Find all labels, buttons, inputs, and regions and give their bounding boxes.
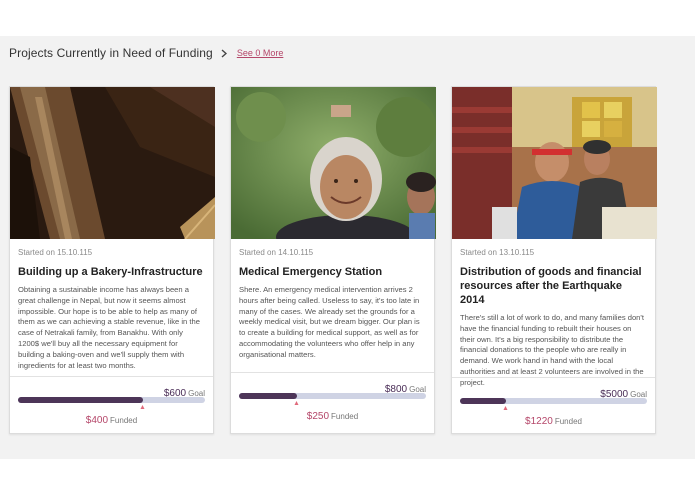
funded-row: $400 Funded xyxy=(18,410,205,428)
project-image xyxy=(452,87,657,239)
funding-panel: $800 Goal $250 Funded xyxy=(231,372,434,433)
project-image xyxy=(231,87,436,239)
progress-marker xyxy=(294,401,299,405)
funded-row: $1220 Funded xyxy=(460,411,647,429)
funding-panel: $600 Goal $400 Funded xyxy=(10,376,213,433)
goal-row: $5000 Goal xyxy=(460,384,647,400)
progress-marker xyxy=(503,406,508,410)
progress-fill xyxy=(18,397,143,403)
funded-label: Funded xyxy=(110,416,138,425)
section-title: Projects Currently in Need of Funding xyxy=(9,46,213,60)
funded-amount: $400 xyxy=(85,415,109,426)
project-description: Obtaining a sustainable income has alway… xyxy=(18,285,200,370)
project-description: Shere. An emergency medical intervention… xyxy=(239,285,420,359)
progress-bar xyxy=(18,397,205,409)
funded-label: Funded xyxy=(331,412,359,421)
goal-row: $600 Goal xyxy=(18,383,205,399)
progress-fill xyxy=(239,393,298,399)
funded-amount: $1220 xyxy=(525,416,553,427)
funding-panel: $5000 Goal $1220 Funded xyxy=(452,377,655,433)
started-date: Started on 14.10.115 xyxy=(239,248,314,257)
funded-amount: $250 xyxy=(306,411,330,422)
project-card[interactable]: Started on 14.10.115 Medical Emergency S… xyxy=(230,86,436,434)
section-header: Projects Currently in Need of Funding Se… xyxy=(9,46,283,60)
funded-label: Funded xyxy=(554,417,582,426)
started-date: Started on 15.10.115 xyxy=(18,248,93,257)
progress-bar xyxy=(460,398,647,410)
see-more-link[interactable]: See 0 More xyxy=(237,48,284,58)
project-title[interactable]: Building up a Bakery-Infrastructure xyxy=(18,265,205,279)
projects-section: Projects Currently in Need of Funding Se… xyxy=(0,36,695,459)
started-date: Started on 13.10.115 xyxy=(460,248,535,257)
progress-fill xyxy=(460,398,506,404)
project-title[interactable]: Medical Emergency Station xyxy=(239,265,426,279)
progress-marker xyxy=(140,405,145,409)
chevron-right-icon[interactable] xyxy=(219,47,229,59)
goal-row: $800 Goal xyxy=(239,379,426,395)
project-card[interactable]: Started on 13.10.115 Distribution of goo… xyxy=(451,86,657,434)
project-title[interactable]: Distribution of goods and financial reso… xyxy=(460,265,647,307)
progress-bar xyxy=(239,393,426,405)
funded-row: $250 Funded xyxy=(239,406,426,424)
project-card[interactable]: Started on 15.10.115 Building up a Baker… xyxy=(9,86,215,434)
project-image xyxy=(10,87,215,239)
